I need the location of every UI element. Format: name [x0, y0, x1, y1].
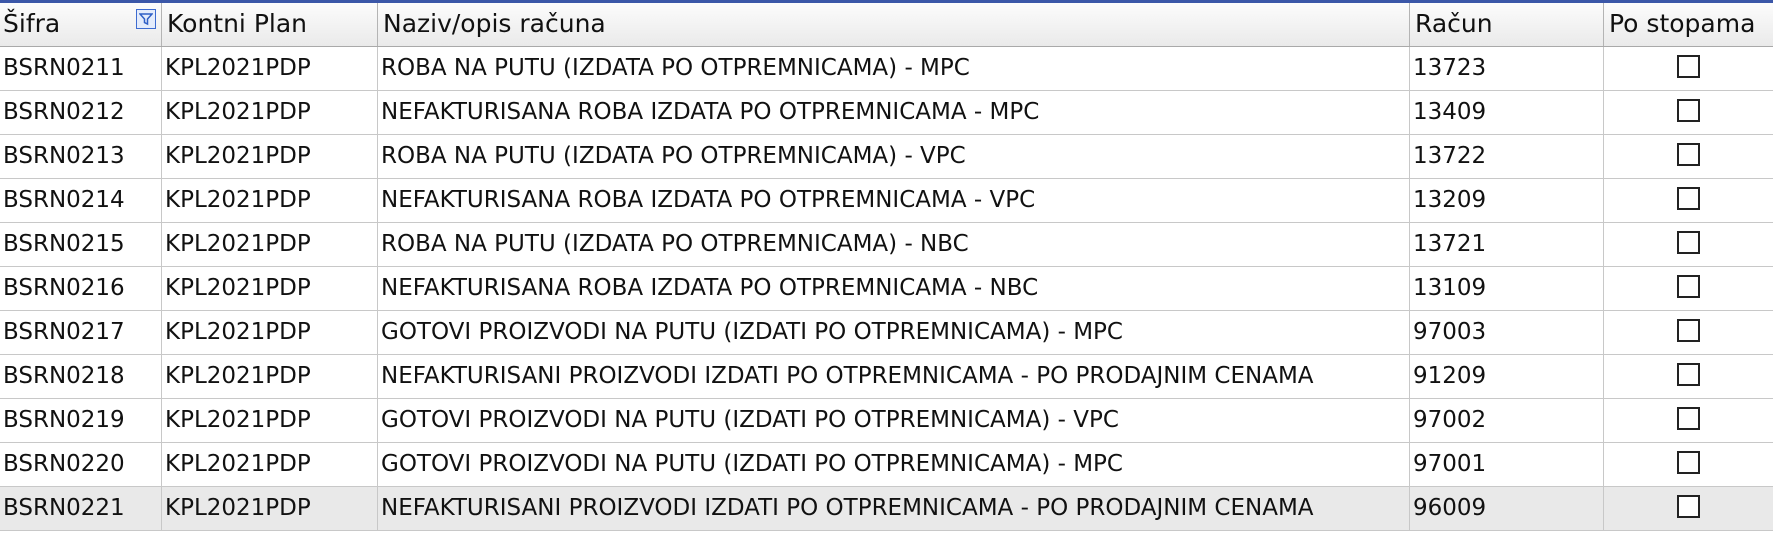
- cell-kontni-plan[interactable]: KPL2021PDP: [162, 91, 378, 134]
- cell-po-stopama: [1604, 487, 1773, 530]
- column-header-label: Šifra: [3, 9, 61, 38]
- cell-naziv[interactable]: ROBA NA PUTU (IZDATA PO OTPREMNICAMA) - …: [378, 223, 1410, 266]
- table-row[interactable]: BSRN0217 KPL2021PDP GOTOVI PROIZVODI NA PU…: [0, 311, 1773, 355]
- cell-po-stopama: [1604, 355, 1773, 398]
- cell-kontni-plan[interactable]: KPL2021PDP: [162, 179, 378, 222]
- cell-racun[interactable]: 13209: [1410, 179, 1604, 222]
- po-stopama-checkbox[interactable]: [1677, 407, 1700, 430]
- column-header-racun[interactable]: Račun: [1410, 3, 1604, 46]
- cell-kontni-plan[interactable]: KPL2021PDP: [162, 47, 378, 90]
- cell-naziv[interactable]: NEFAKTURISANI PROIZVODI IZDATI PO OTPREM…: [378, 355, 1410, 398]
- po-stopama-checkbox[interactable]: [1677, 231, 1700, 254]
- cell-po-stopama: [1604, 443, 1773, 486]
- column-header-label: Račun: [1415, 9, 1493, 38]
- cell-kontni-plan[interactable]: KPL2021PDP: [162, 135, 378, 178]
- po-stopama-checkbox[interactable]: [1677, 495, 1700, 518]
- column-header-label: Naziv/opis računa: [383, 9, 606, 38]
- cell-sifra[interactable]: BSRN0218: [0, 355, 162, 398]
- po-stopama-checkbox[interactable]: [1677, 187, 1700, 210]
- cell-naziv[interactable]: GOTOVI PROIZVODI NA PUTU (IZDATI PO OTPR…: [378, 443, 1410, 486]
- cell-naziv[interactable]: ROBA NA PUTU (IZDATA PO OTPREMNICAMA) - …: [378, 47, 1410, 90]
- cell-naziv[interactable]: GOTOVI PROIZVODI NA PUTU (IZDATI PO OTPR…: [378, 311, 1410, 354]
- grid-bottom-area: [0, 531, 1773, 541]
- cell-naziv[interactable]: GOTOVI PROIZVODI NA PUTU (IZDATI PO OTPR…: [378, 399, 1410, 442]
- table-row[interactable]: BSRN0220 KPL2021PDP GOTOVI PROIZVODI NA PU…: [0, 443, 1773, 487]
- table-row[interactable]: BSRN0213 KPL2021PDP ROBA NA PUTU (IZDATA P…: [0, 135, 1773, 179]
- cell-racun[interactable]: 13109: [1410, 267, 1604, 310]
- cell-racun[interactable]: 97002: [1410, 399, 1604, 442]
- po-stopama-checkbox[interactable]: [1677, 275, 1700, 298]
- po-stopama-checkbox[interactable]: [1677, 451, 1700, 474]
- po-stopama-checkbox[interactable]: [1677, 143, 1700, 166]
- cell-po-stopama: [1604, 223, 1773, 266]
- cell-sifra[interactable]: BSRN0212: [0, 91, 162, 134]
- cell-po-stopama: [1604, 311, 1773, 354]
- po-stopama-checkbox[interactable]: [1677, 319, 1700, 342]
- cell-sifra[interactable]: BSRN0214: [0, 179, 162, 222]
- cell-naziv[interactable]: NEFAKTURISANA ROBA IZDATA PO OTPREMNICAM…: [378, 91, 1410, 134]
- po-stopama-checkbox[interactable]: [1677, 55, 1700, 78]
- cell-racun[interactable]: 13722: [1410, 135, 1604, 178]
- column-header-label: Po stopama: [1609, 9, 1756, 38]
- cell-po-stopama: [1604, 179, 1773, 222]
- cell-racun[interactable]: 13409: [1410, 91, 1604, 134]
- cell-racun[interactable]: 13721: [1410, 223, 1604, 266]
- cell-po-stopama: [1604, 135, 1773, 178]
- table-row[interactable]: BSRN0219 KPL2021PDP GOTOVI PROIZVODI NA PU…: [0, 399, 1773, 443]
- table-row[interactable]: BSRN0216 KPL2021PDP NEFAKTURISANA ROBA IZD…: [0, 267, 1773, 311]
- table-row[interactable]: BSRN0221 KPL2021PDP NEFAKTURISANI PROIZVOD…: [0, 487, 1773, 531]
- cell-sifra[interactable]: BSRN0211: [0, 47, 162, 90]
- cell-kontni-plan[interactable]: KPL2021PDP: [162, 311, 378, 354]
- cell-po-stopama: [1604, 91, 1773, 134]
- cell-sifra[interactable]: BSRN0215: [0, 223, 162, 266]
- cell-kontni-plan[interactable]: KPL2021PDP: [162, 487, 378, 530]
- column-header-naziv[interactable]: Naziv/opis računa: [378, 3, 1410, 46]
- cell-naziv[interactable]: NEFAKTURISANI PROIZVODI IZDATI PO OTPREM…: [378, 487, 1410, 530]
- column-header-po-stopama[interactable]: Po stopama: [1604, 3, 1773, 46]
- cell-naziv[interactable]: ROBA NA PUTU (IZDATA PO OTPREMNICAMA) - …: [378, 135, 1410, 178]
- cell-naziv[interactable]: NEFAKTURISANA ROBA IZDATA PO OTPREMNICAM…: [378, 267, 1410, 310]
- column-header-sifra[interactable]: Šifra: [0, 3, 162, 46]
- column-header-kontni-plan[interactable]: Kontni Plan: [162, 3, 378, 46]
- cell-racun[interactable]: 97001: [1410, 443, 1604, 486]
- cell-racun[interactable]: 97003: [1410, 311, 1604, 354]
- cell-racun[interactable]: 96009: [1410, 487, 1604, 530]
- po-stopama-checkbox[interactable]: [1677, 363, 1700, 386]
- cell-kontni-plan[interactable]: KPL2021PDP: [162, 267, 378, 310]
- cell-naziv[interactable]: NEFAKTURISANA ROBA IZDATA PO OTPREMNICAM…: [378, 179, 1410, 222]
- cell-racun[interactable]: 91209: [1410, 355, 1604, 398]
- cell-sifra[interactable]: BSRN0216: [0, 267, 162, 310]
- cell-sifra[interactable]: BSRN0221: [0, 487, 162, 530]
- accounts-grid: Šifra Kontni Plan Naziv/opis računa Raču…: [0, 0, 1773, 541]
- cell-po-stopama: [1604, 47, 1773, 90]
- table-row[interactable]: BSRN0214 KPL2021PDP NEFAKTURISANA ROBA IZD…: [0, 179, 1773, 223]
- filter-icon[interactable]: [136, 9, 156, 29]
- cell-po-stopama: [1604, 267, 1773, 310]
- cell-po-stopama: [1604, 399, 1773, 442]
- cell-kontni-plan[interactable]: KPL2021PDP: [162, 223, 378, 266]
- cell-sifra[interactable]: BSRN0217: [0, 311, 162, 354]
- cell-sifra[interactable]: BSRN0219: [0, 399, 162, 442]
- table-row[interactable]: BSRN0215 KPL2021PDP ROBA NA PUTU (IZDATA P…: [0, 223, 1773, 267]
- cell-kontni-plan[interactable]: KPL2021PDP: [162, 399, 378, 442]
- table-row[interactable]: BSRN0211 KPL2021PDP ROBA NA PUTU (IZDATA P…: [0, 47, 1773, 91]
- cell-sifra[interactable]: BSRN0213: [0, 135, 162, 178]
- grid-header: Šifra Kontni Plan Naziv/opis računa Raču…: [0, 3, 1773, 47]
- cell-sifra[interactable]: BSRN0220: [0, 443, 162, 486]
- cell-kontni-plan[interactable]: KPL2021PDP: [162, 355, 378, 398]
- table-row[interactable]: BSRN0212 KPL2021PDP NEFAKTURISANA ROBA IZD…: [0, 91, 1773, 135]
- table-row[interactable]: BSRN0218 KPL2021PDP NEFAKTURISANI PROIZVOD…: [0, 355, 1773, 399]
- cell-kontni-plan[interactable]: KPL2021PDP: [162, 443, 378, 486]
- po-stopama-checkbox[interactable]: [1677, 99, 1700, 122]
- cell-racun[interactable]: 13723: [1410, 47, 1604, 90]
- column-header-label: Kontni Plan: [167, 9, 308, 38]
